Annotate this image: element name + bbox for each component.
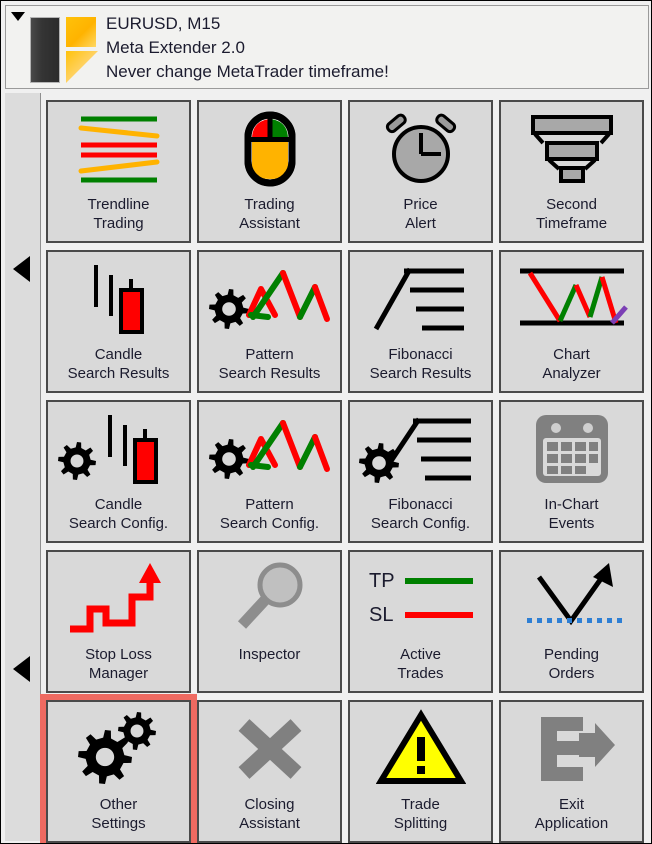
tile-price-alert[interactable]: Price Alert: [348, 100, 493, 243]
caret-left-icon-top[interactable]: [13, 256, 30, 282]
x-cross-icon: [197, 702, 342, 795]
tile-label: In-Chart Events: [544, 496, 599, 532]
tile-label: Stop Loss Manager: [85, 646, 152, 682]
tile-fibonacci-search-results[interactable]: Fibonacci Search Results: [348, 250, 493, 393]
zigzag-gear-icon: [197, 252, 342, 345]
tile-stop-loss-manager[interactable]: Stop Loss Manager: [46, 550, 191, 693]
tile-trading-assistant[interactable]: Trading Assistant: [197, 100, 342, 243]
tile-label: Other Settings: [91, 796, 146, 832]
chart-analyzer-icon: [499, 252, 644, 345]
tile-label: Chart Analyzer: [542, 346, 601, 382]
tile-label: Inspector: [238, 646, 301, 663]
alarm-clock-icon: [348, 102, 493, 195]
candlestick-gear-icon: [46, 402, 191, 495]
exit-icon: [499, 702, 644, 795]
tp-sl-icon: TP SL: [348, 552, 493, 645]
tile-label: Pending Orders: [543, 646, 600, 682]
meta-extender-panel: EURUSD, M15 Meta Extender 2.0 Never chan…: [0, 0, 652, 844]
tile-candle-search-config[interactable]: Candle Search Config.: [46, 400, 191, 543]
tile-chart-analyzer[interactable]: Chart Analyzer: [499, 250, 644, 393]
tile-label: Candle Search Config.: [68, 496, 169, 532]
pending-arrow-icon: [499, 552, 644, 645]
timeframe-warning-label: Never change MetaTrader timeframe!: [106, 62, 389, 81]
funnel-candles-icon: [499, 102, 644, 195]
product-name-label: Meta Extender 2.0: [106, 38, 245, 57]
tile-label: Fibonacci Search Config.: [370, 496, 471, 532]
tile-pending-orders[interactable]: Pending Orders: [499, 550, 644, 693]
tile-trendline-trading[interactable]: Trendline Trading: [46, 100, 191, 243]
staircase-arrow-icon: [46, 552, 191, 645]
tile-other-settings[interactable]: Other Settings: [40, 694, 197, 843]
panel-header: EURUSD, M15 Meta Extender 2.0 Never chan…: [5, 5, 649, 89]
logo-orange-triangle: [66, 51, 98, 83]
tile-trade-splitting[interactable]: Trade Splitting: [348, 700, 493, 843]
tile-pattern-search-results[interactable]: Pattern Search Results: [197, 250, 342, 393]
caret-down-icon[interactable]: [11, 12, 25, 21]
tile-label: Pattern Search Config.: [219, 496, 320, 532]
fibonacci-icon: [348, 252, 493, 345]
tile-label: Trendline Trading: [87, 196, 150, 232]
tile-candle-search-results[interactable]: Candle Search Results: [46, 250, 191, 393]
logo-dark-bar: [30, 17, 60, 83]
left-rail: [5, 93, 41, 841]
warning-triangle-icon: [348, 702, 493, 795]
tile-label: Trading Assistant: [239, 196, 300, 232]
tile-label: Candle Search Results: [67, 346, 170, 382]
trendlines-icon: [46, 102, 191, 195]
mouse-icon: [197, 102, 342, 195]
tile-label: Pattern Search Results: [218, 346, 321, 382]
tile-active-trades[interactable]: TP SL Active Trades: [348, 550, 493, 693]
tile-fibonacci-search-config[interactable]: Fibonacci Search Config.: [348, 400, 493, 543]
caret-left-icon-bottom[interactable]: [13, 656, 30, 682]
calendar-icon: [499, 402, 644, 495]
tile-second-timeframe[interactable]: Second Timeframe: [499, 100, 644, 243]
gears-icon: [46, 702, 191, 795]
tile-exit-application[interactable]: Exit Application: [499, 700, 644, 843]
magnifier-icon: [197, 552, 342, 645]
tile-label: Closing Assistant: [239, 796, 300, 832]
fibonacci-gear-icon: [348, 402, 493, 495]
svg-text:TP: TP: [369, 570, 395, 592]
svg-text:SL: SL: [369, 604, 393, 626]
tile-in-chart-events[interactable]: In-Chart Events: [499, 400, 644, 543]
symbol-timeframe-label: EURUSD, M15: [106, 14, 221, 33]
tile-label: Fibonacci Search Results: [369, 346, 472, 382]
header-text-block: EURUSD, M15 Meta Extender 2.0 Never chan…: [106, 12, 389, 84]
logo-orange-square: [66, 17, 96, 47]
meta-extender-logo: [26, 13, 96, 85]
tile-label: Active Trades: [397, 646, 444, 682]
tile-pattern-search-config[interactable]: Pattern Search Config.: [197, 400, 342, 543]
candlestick-icon: [46, 252, 191, 345]
module-grid: Trendline Trading Trading Assistant Pric…: [40, 100, 644, 843]
zigzag-gear-icon: [197, 402, 342, 495]
tile-closing-assistant[interactable]: Closing Assistant: [197, 700, 342, 843]
tile-label: Trade Splitting: [393, 796, 448, 832]
tile-label: Second Timeframe: [535, 196, 608, 232]
tile-label: Price Alert: [403, 196, 438, 232]
tile-label: Exit Application: [534, 796, 609, 832]
tile-inspector[interactable]: Inspector: [197, 550, 342, 693]
